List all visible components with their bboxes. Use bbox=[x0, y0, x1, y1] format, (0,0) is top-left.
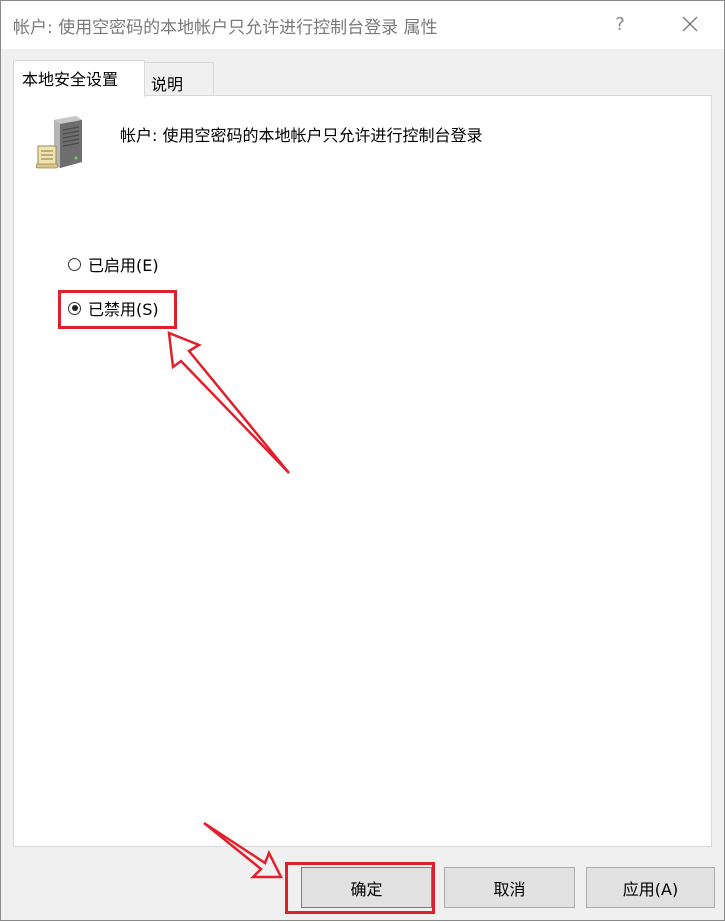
tab-local-security-setting[interactable]: 本地安全设置 bbox=[13, 60, 145, 97]
radio-enabled[interactable] bbox=[68, 257, 81, 271]
annotation-highlight-radio bbox=[58, 290, 177, 329]
policy-title: 帐户: 使用空密码的本地帐户只允许进行控制台登录 bbox=[120, 126, 483, 145]
server-icon bbox=[36, 116, 82, 169]
close-button[interactable] bbox=[667, 1, 713, 47]
window-title: 帐户: 使用空密码的本地帐户只允许进行控制台登录 属性 bbox=[13, 18, 438, 38]
radio-enabled-label: 已启用(E) bbox=[88, 256, 159, 275]
title-bar[interactable]: 帐户: 使用空密码的本地帐户只允许进行控制台登录 属性 ? bbox=[1, 1, 724, 49]
radio-enabled-option[interactable]: 已启用(E) bbox=[68, 252, 159, 276]
tab-explain[interactable]: 说明 bbox=[144, 62, 214, 95]
annotation-highlight-ok bbox=[285, 862, 435, 914]
properties-dialog: 帐户: 使用空密码的本地帐户只允许进行控制台登录 属性 ? 本地安全设置 说明 bbox=[0, 0, 725, 921]
help-button[interactable]: ? bbox=[597, 1, 643, 47]
help-icon: ? bbox=[615, 13, 625, 35]
close-icon bbox=[682, 16, 698, 32]
cancel-button[interactable]: 取消 bbox=[444, 867, 575, 908]
apply-button[interactable]: 应用(A) bbox=[586, 867, 715, 908]
tab-panel: 帐户: 使用空密码的本地帐户只允许进行控制台登录 已启用(E) 已禁用(S) bbox=[13, 95, 712, 847]
